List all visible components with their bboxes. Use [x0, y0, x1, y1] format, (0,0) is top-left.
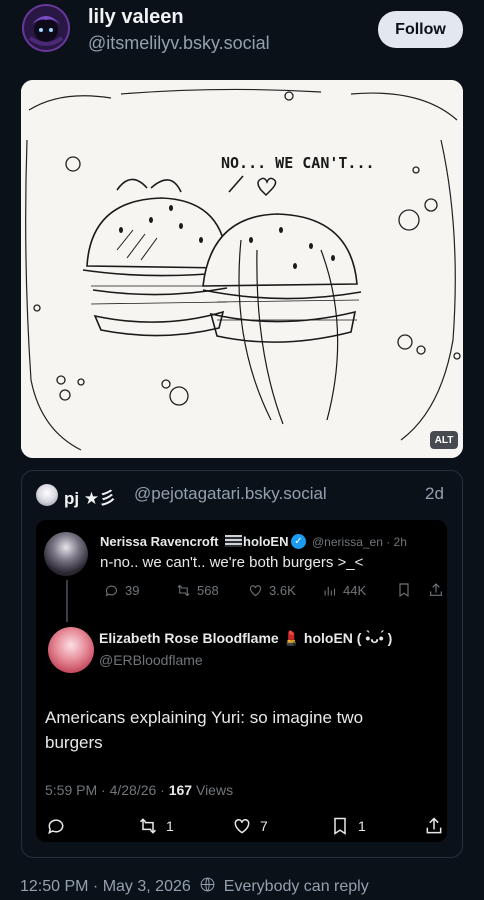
- share-icon: [428, 582, 444, 598]
- elizabeth-reposts: 1: [138, 816, 174, 836]
- reply-icon: [48, 819, 64, 835]
- elizabeth-likes-count: 7: [260, 818, 268, 834]
- drawing-caption: NO... WE CAN'T...: [221, 154, 375, 172]
- nerissa-name-suffix: holoEN: [243, 534, 289, 549]
- elizabeth-name: Elizabeth Rose Bloodflame 💄 holoEN ( •̀ᴗ…: [99, 630, 393, 646]
- nerissa-views-count: 44K: [343, 583, 367, 598]
- elizabeth-reposts-count: 1: [166, 818, 174, 834]
- views-icon: [324, 586, 336, 596]
- post-footer: 12:50 PM · May 3, 2026 Everybody can rep…: [20, 876, 369, 898]
- post-timestamp[interactable]: 12:50 PM · May 3, 2026: [20, 878, 191, 896]
- verified-icon: ✓: [291, 534, 306, 549]
- elizabeth-views-count: 167: [168, 782, 193, 798]
- bookmark-icon: [396, 582, 412, 598]
- elizabeth-likes: 7: [232, 816, 268, 836]
- globe-icon: [199, 876, 216, 898]
- reply-setting[interactable]: Everybody can reply: [224, 878, 369, 896]
- nerissa-replies: 39: [104, 583, 139, 598]
- repost-icon: [177, 584, 190, 597]
- elizabeth-reply: [46, 816, 66, 836]
- post-image[interactable]: NO... WE CAN'T...: [21, 80, 463, 458]
- nerissa-reposts-count: 568: [197, 583, 219, 598]
- heart-icon: [234, 818, 250, 834]
- repost-icon: [139, 818, 157, 834]
- heart-icon: [249, 585, 262, 597]
- nerissa-likes-count: 3.6K: [269, 583, 296, 598]
- elizabeth-views-label: Views: [192, 782, 234, 798]
- elizabeth-avatar: [48, 627, 94, 673]
- nerissa-likes: 3.6K: [248, 583, 296, 598]
- nerissa-meta: @nerissa_en · 2h: [312, 535, 407, 549]
- flag-icon: [225, 535, 242, 547]
- post-header: lily valeen @itsmelilyv.bsky.social Foll…: [0, 0, 484, 70]
- quoted-post-age: 2d: [425, 484, 444, 503]
- follow-button[interactable]: Follow: [378, 11, 463, 48]
- elizabeth-text: Americans explaining Yuri: so imagine tw…: [45, 708, 364, 752]
- elizabeth-bookmarks-count: 1: [358, 818, 366, 834]
- thread-connector: [66, 580, 68, 622]
- nerissa-name: Nerissa Ravencroft: [100, 534, 219, 549]
- nerissa-reposts: 568: [176, 583, 219, 598]
- quoted-author-avatar[interactable]: [36, 484, 58, 506]
- nerissa-avatar: [44, 532, 88, 576]
- author-avatar[interactable]: [22, 4, 70, 52]
- bookmark-icon: [334, 817, 346, 835]
- quoted-author-name[interactable]: pj ★彡: [64, 484, 116, 509]
- elizabeth-meta-time: 5:59 PM · 4/28/26 ·: [45, 782, 169, 798]
- nerissa-replies-count: 39: [125, 583, 140, 598]
- quoted-author-handle[interactable]: @pejotagatari.bsky.social: [134, 484, 327, 504]
- nerissa-text: n-no.. we can't.. we're both burgers >_<: [100, 554, 364, 571]
- share-icon: [426, 817, 442, 834]
- author-handle[interactable]: @itsmelilyv.bsky.social: [88, 33, 270, 54]
- elizabeth-bookmarks: 1: [330, 816, 366, 836]
- nerissa-views: 44K: [322, 583, 366, 598]
- elizabeth-handle: @ERBloodflame: [99, 652, 203, 668]
- elizabeth-meta: 5:59 PM · 4/28/26 · 167 Views: [45, 782, 233, 798]
- author-name[interactable]: lily valeen: [88, 6, 184, 29]
- reply-icon: [105, 585, 118, 597]
- elizabeth-share: [424, 816, 444, 836]
- alt-text-badge[interactable]: ALT: [430, 431, 458, 449]
